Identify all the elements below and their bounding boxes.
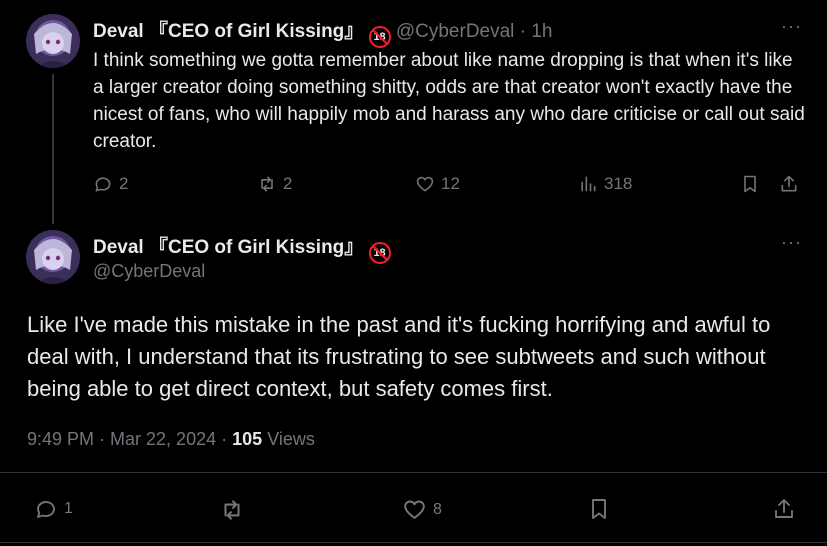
like-icon (404, 500, 425, 519)
like-icon (416, 176, 434, 192)
handle[interactable]: @CyberDeval (396, 21, 515, 42)
handle[interactable]: @CyberDeval (93, 261, 205, 282)
share-button[interactable] (772, 497, 796, 521)
age-restricted-badge-icon: 18 (368, 242, 391, 264)
age-restricted-badge-icon: 18 (368, 26, 391, 48)
like-button[interactable]: 8 (402, 497, 442, 522)
share-button[interactable] (779, 174, 799, 194)
views-count: 318 (604, 174, 633, 193)
tweet-text: I think something we gotta remember abou… (93, 50, 805, 152)
reply-button[interactable]: 1 (34, 497, 73, 521)
bookmark-icon (744, 175, 756, 193)
repost-button[interactable]: 2 (257, 174, 292, 194)
repost-icon (261, 176, 273, 192)
share-icon (781, 175, 797, 192)
like-count: 12 (441, 174, 460, 193)
reply-icon (37, 501, 55, 518)
more-options-icon[interactable]: ··· (781, 16, 802, 37)
divider (0, 542, 827, 543)
bookmark-button[interactable] (587, 497, 611, 521)
repost-button[interactable] (219, 497, 245, 523)
display-name[interactable]: Deval 『CEO of Girl Kissing』 (93, 21, 363, 42)
reply-button[interactable]: 2 (93, 174, 128, 194)
thread-line (52, 74, 54, 224)
tweet-header: Deval 『CEO of Girl Kissing』 18 (93, 232, 391, 264)
display-name[interactable]: Deval 『CEO of Girl Kissing』 (93, 237, 363, 258)
views-count: 105 (232, 429, 263, 449)
reply-icon (95, 177, 111, 192)
tweet-header: Deval 『CEO of Girl Kissing』 18 @CyberDev… (93, 16, 552, 48)
timestamp[interactable]: 1h (531, 21, 552, 42)
share-icon (775, 499, 793, 518)
bookmark-icon (592, 499, 606, 519)
timestamp[interactable]: 9:49 PM · Mar 22, 2024 (27, 429, 216, 449)
avatar[interactable] (26, 230, 80, 284)
like-count: 8 (433, 500, 442, 518)
views-icon (581, 176, 596, 192)
bookmark-button[interactable] (740, 174, 760, 194)
separator: · (519, 21, 526, 42)
avatar[interactable] (26, 14, 80, 68)
more-options-icon[interactable]: ··· (781, 232, 802, 253)
tweet-text: Like I've made this mistake in the past … (27, 312, 771, 401)
views-button[interactable]: 318 (578, 174, 632, 194)
like-button[interactable]: 12 (415, 174, 460, 194)
reply-count: 1 (64, 500, 73, 517)
divider (0, 472, 827, 473)
repost-icon (224, 500, 240, 520)
reply-count: 2 (119, 174, 129, 193)
repost-count: 2 (283, 174, 293, 193)
separator: · (221, 429, 228, 449)
views-label: Views (267, 429, 315, 449)
tweet-meta: 9:49 PM · Mar 22, 2024 · 105 Views (27, 429, 315, 450)
